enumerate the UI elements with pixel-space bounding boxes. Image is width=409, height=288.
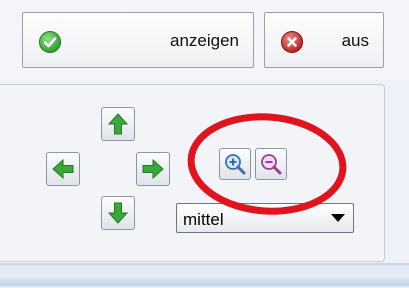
red-circle-annotation bbox=[187, 113, 347, 215]
arrow-right-icon bbox=[142, 158, 164, 180]
off-button-label: aus bbox=[341, 31, 369, 50]
pan-right-button[interactable] bbox=[136, 152, 170, 186]
pan-up-button[interactable] bbox=[101, 107, 135, 141]
arrow-down-icon bbox=[107, 202, 129, 224]
checkmark-icon bbox=[39, 31, 61, 53]
close-icon bbox=[281, 31, 303, 53]
window-bottom-border bbox=[0, 278, 409, 286]
pan-down-button[interactable] bbox=[101, 196, 135, 230]
arrow-up-icon bbox=[107, 113, 129, 135]
off-button[interactable]: aus bbox=[264, 12, 384, 68]
show-button[interactable]: anzeigen bbox=[22, 12, 254, 68]
arrow-left-icon bbox=[52, 158, 74, 180]
pan-left-button[interactable] bbox=[46, 152, 80, 186]
show-button-label: anzeigen bbox=[169, 31, 239, 50]
